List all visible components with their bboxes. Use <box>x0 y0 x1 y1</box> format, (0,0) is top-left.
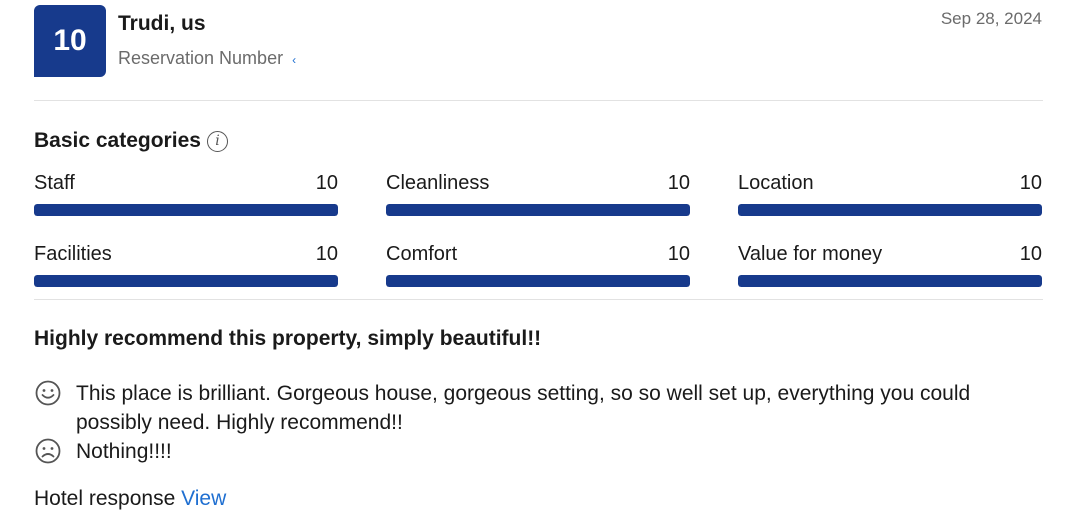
category-score: 10 <box>667 243 690 265</box>
category-head: Cleanliness 10 <box>386 172 690 195</box>
negative-review-text: Nothing!!!! <box>76 440 172 463</box>
category-label: Cleanliness <box>386 172 490 194</box>
category-bar <box>738 204 1042 216</box>
hotel-response-text: Hotel response <box>34 487 176 510</box>
positive-review: This place is brilliant. Gorgeous house,… <box>34 379 1016 437</box>
category-bar <box>34 275 338 287</box>
category-bar-fill <box>34 275 338 287</box>
hotel-response-line: Hotel response View <box>34 487 226 511</box>
category-head: Comfort 10 <box>386 243 690 266</box>
category-bar-fill <box>386 275 690 287</box>
category-bar <box>738 275 1042 287</box>
category-label: Location <box>738 172 814 194</box>
category-bar-fill <box>738 204 1042 216</box>
category-value-for-money: Value for money 10 <box>738 243 1042 287</box>
category-score: 10 <box>1019 243 1042 265</box>
category-cleanliness: Cleanliness 10 <box>386 172 690 216</box>
category-score: 10 <box>315 172 338 194</box>
reservation-link[interactable]: ‹ <box>292 53 296 67</box>
info-icon[interactable]: i <box>206 130 228 152</box>
sad-face-icon <box>35 438 61 464</box>
category-label: Comfort <box>386 243 458 265</box>
header-divider <box>34 100 1043 101</box>
reservation-label: Reservation Number <box>118 48 284 68</box>
category-label: Staff <box>34 172 75 194</box>
smiley-face-icon <box>35 380 61 406</box>
category-head: Value for money 10 <box>738 243 1042 266</box>
category-bar-fill <box>738 275 1042 287</box>
category-bar <box>34 204 338 216</box>
score-badge: 10 <box>34 5 106 77</box>
category-bar-fill <box>386 204 690 216</box>
positive-review-text: This place is brilliant. Gorgeous house,… <box>76 382 971 434</box>
category-label: Facilities <box>34 243 112 265</box>
categories-title-text: Basic categories <box>34 129 201 152</box>
category-score: 10 <box>667 172 690 194</box>
review-date: Sep 28, 2024 <box>940 9 1042 28</box>
category-score: 10 <box>1019 172 1042 194</box>
hotel-response-view-link[interactable]: View <box>181 487 226 510</box>
review-title: Highly recommend this property, simply b… <box>34 327 542 350</box>
category-label: Value for money <box>738 243 883 265</box>
category-head: Location 10 <box>738 172 1042 195</box>
reservation-line: Reservation Number ‹ <box>118 48 296 69</box>
category-head: Facilities 10 <box>34 243 338 266</box>
category-score: 10 <box>315 243 338 265</box>
category-comfort: Comfort 10 <box>386 243 690 287</box>
reviewer-name: Trudi, us <box>118 12 206 35</box>
category-bar <box>386 204 690 216</box>
category-bar <box>386 275 690 287</box>
negative-review: Nothing!!!! <box>34 437 1016 466</box>
category-bar-fill <box>34 204 338 216</box>
category-staff: Staff 10 <box>34 172 338 216</box>
category-facilities: Facilities 10 <box>34 243 338 287</box>
category-head: Staff 10 <box>34 172 338 195</box>
category-location: Location 10 <box>738 172 1042 216</box>
categories-title: Basic categories i <box>34 129 228 153</box>
categories-divider <box>34 299 1043 300</box>
